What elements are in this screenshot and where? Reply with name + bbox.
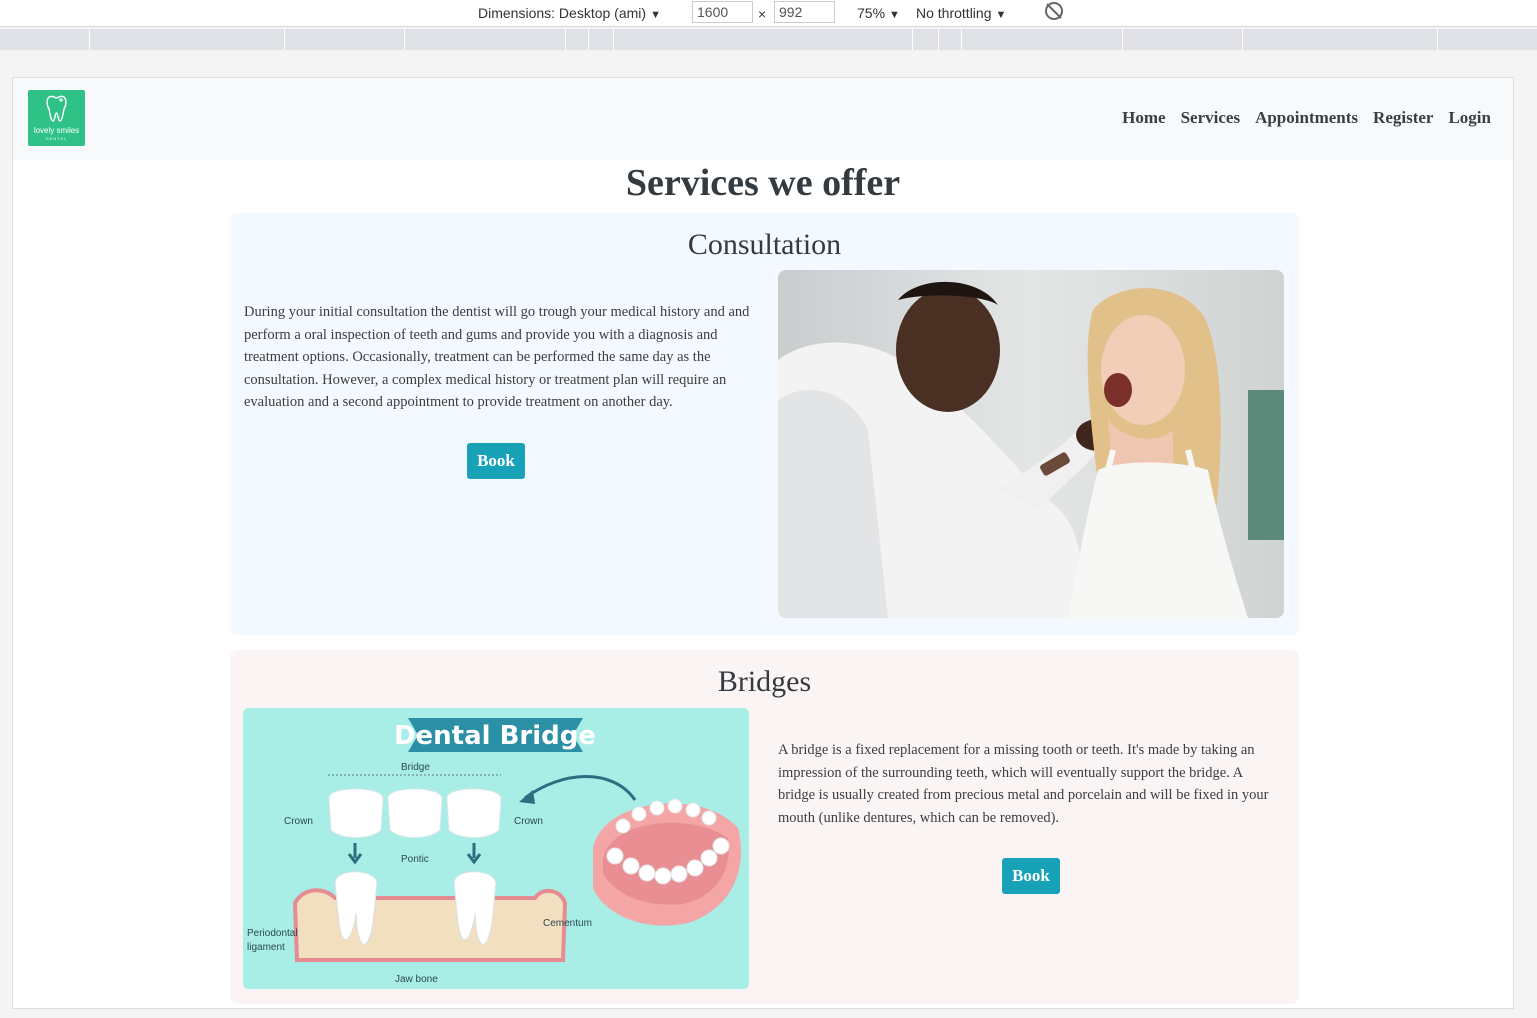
tooth-icon: [46, 95, 67, 122]
devtools-device-toolbar: Dimensions: Desktop (ami) ▼ 1600 × 992 75…: [0, 0, 1537, 27]
chevron-down-icon: ▼: [889, 9, 900, 21]
book-button[interactable]: Book: [1002, 858, 1060, 894]
page-title: Services we offer: [625, 162, 901, 204]
ruler-tick: [284, 29, 285, 50]
label-jaw-bone: Jaw bone: [395, 974, 438, 985]
diagram-title: Dental Bridge: [394, 721, 596, 751]
ruler-tick: [588, 29, 589, 50]
times-separator: ×: [758, 6, 767, 22]
book-button[interactable]: Book: [467, 443, 525, 479]
ruler-tick: [961, 29, 962, 50]
service-title: Bridges: [717, 665, 812, 698]
media-query-ruler[interactable]: [0, 29, 1537, 50]
ruler-tick: [89, 29, 90, 50]
consultation-photo: [778, 270, 1284, 618]
width-input[interactable]: 1600: [692, 1, 753, 23]
consultation-illustration: [778, 270, 1284, 618]
logo[interactable]: lovely smiles DENTAL: [28, 90, 85, 146]
nav-register[interactable]: Register: [1373, 108, 1433, 128]
service-card-bridges: Bridges Dental Bridge Bridge Crown Crown…: [230, 650, 1299, 1004]
nav-home[interactable]: Home: [1122, 108, 1165, 128]
service-description: During your initial consultation the den…: [244, 304, 750, 410]
label-crown-left: Crown: [284, 816, 313, 827]
page-viewport: lovely smiles DENTAL Home Services Appoi…: [12, 77, 1514, 1009]
service-card-consultation: Consultation During your initial consult…: [230, 213, 1299, 635]
ruler-tick: [1437, 29, 1438, 50]
chevron-down-icon: ▼: [650, 9, 661, 21]
height-input[interactable]: 992: [774, 1, 835, 23]
label-cementum: Cementum: [543, 918, 592, 929]
label-ligament: ligament: [247, 942, 285, 953]
ruler-tick: [1242, 29, 1243, 50]
ruler-tick: [1122, 29, 1123, 50]
dimensions-label: Dimensions: Desktop (ami): [478, 5, 647, 21]
nav-links: Home Services Appointments Register Logi…: [1122, 108, 1491, 128]
navbar: lovely smiles DENTAL Home Services Appoi…: [13, 78, 1513, 160]
dimensions-dropdown[interactable]: Dimensions: Desktop (ami) ▼: [478, 3, 661, 23]
nav-login[interactable]: Login: [1448, 108, 1491, 128]
nav-appointments[interactable]: Appointments: [1255, 108, 1358, 128]
zoom-label: 75%: [857, 5, 886, 21]
nav-services[interactable]: Services: [1181, 108, 1240, 128]
throttling-label: No throttling: [916, 5, 992, 21]
ruler-tick: [613, 29, 614, 50]
label-crown-right: Crown: [514, 816, 543, 827]
dental-bridge-diagram: Dental Bridge Bridge Crown Crown Pontic: [243, 708, 749, 989]
label-pontic: Pontic: [401, 854, 429, 865]
ruler-tick: [404, 29, 405, 50]
throttling-dropdown[interactable]: No throttling ▼: [916, 3, 1006, 23]
service-description: A bridge is a fixed replacement for a mi…: [778, 742, 1269, 826]
chevron-down-icon: ▼: [995, 9, 1007, 21]
ruler-tick: [565, 29, 566, 50]
rotate-icon[interactable]: [1045, 2, 1063, 20]
dental-bridge-illustration: Dental Bridge Bridge Crown Crown Pontic: [243, 708, 749, 989]
service-title: Consultation: [687, 228, 842, 261]
ruler-tick: [938, 29, 939, 50]
label-bridge: Bridge: [401, 762, 430, 773]
logo-text: lovely smiles: [33, 126, 80, 135]
label-periodontal: Periodontal: [247, 928, 298, 939]
logo-subtext: DENTAL: [45, 136, 68, 141]
ruler-tick: [912, 29, 913, 50]
zoom-dropdown[interactable]: 75% ▼: [857, 3, 900, 23]
